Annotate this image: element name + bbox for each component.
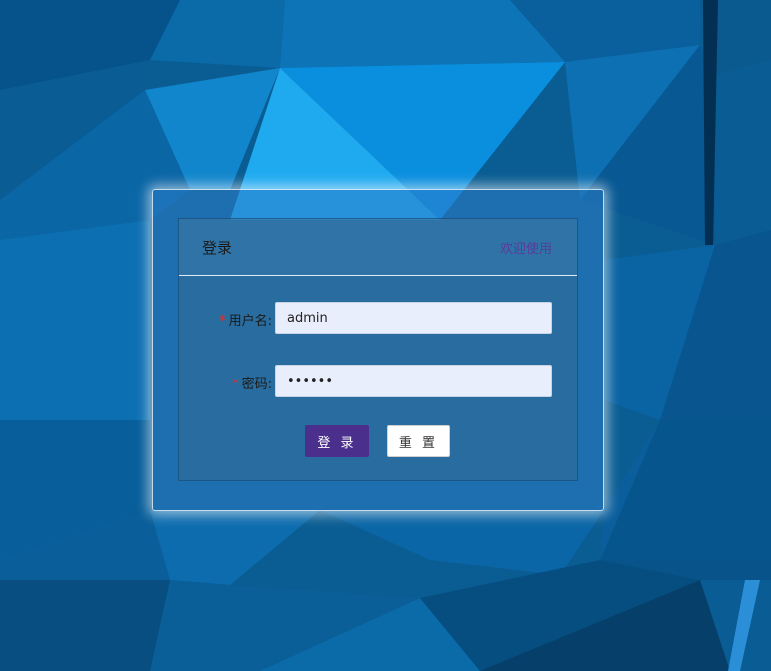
username-input[interactable] — [275, 302, 552, 334]
password-row: * 密码: — [179, 365, 577, 397]
username-label: * 用户名: — [219, 314, 272, 329]
username-row: * 用户名: — [179, 302, 577, 334]
card-title: 登录 — [202, 239, 233, 257]
login-card-header: 登录 欢迎使用 — [179, 219, 577, 276]
password-label: * 密码: — [232, 377, 272, 392]
login-card: 登录 欢迎使用 *用户名: *密码: 登 录 重 置 — [178, 218, 578, 481]
required-mark: * — [219, 314, 226, 329]
reset-button[interactable]: 重 置 — [387, 425, 450, 457]
welcome-text: 欢迎使用 — [499, 242, 552, 257]
required-mark: * — [232, 377, 239, 392]
password-input[interactable] — [275, 365, 552, 397]
login-button[interactable]: 登 录 — [305, 425, 369, 457]
